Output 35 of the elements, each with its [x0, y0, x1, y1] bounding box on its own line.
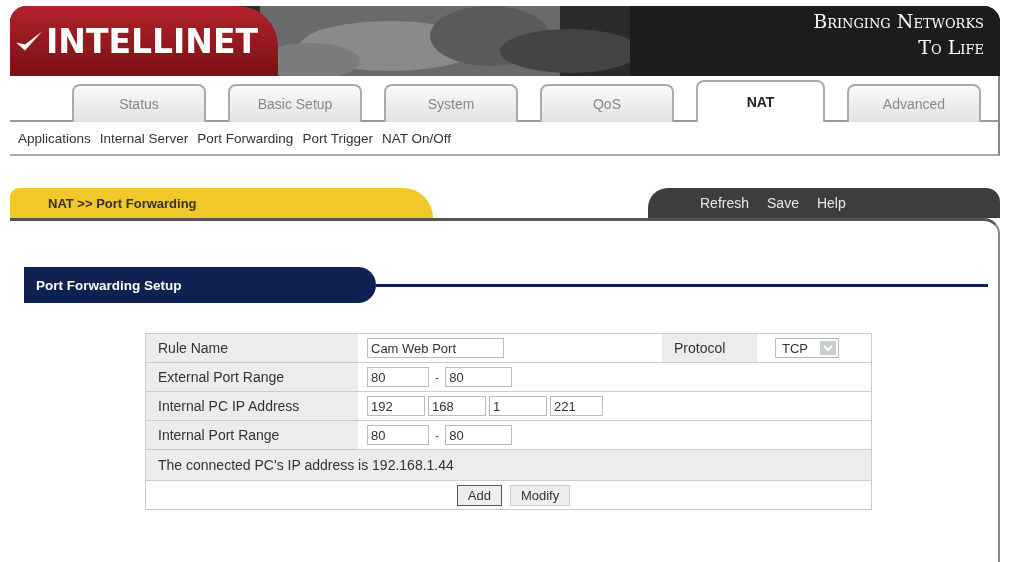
toolbar-link[interactable]: Refresh [700, 195, 750, 211]
subnav-link[interactable]: NAT On/Off [381, 130, 451, 146]
field-label: Rule Name [146, 334, 358, 362]
subnav-link[interactable]: Port Trigger [302, 130, 373, 146]
logo-text: INTELLINET [46, 21, 258, 61]
section-title: Port Forwarding Setup [24, 267, 376, 303]
toolbar-link[interactable]: Help [816, 195, 846, 211]
check-icon [16, 31, 42, 51]
field-label: Internal PC IP Address [146, 392, 358, 420]
form-button[interactable]: Add [456, 484, 502, 506]
form-button[interactable]: Modify [509, 484, 571, 506]
ip-octet-field[interactable]: 221 [550, 396, 603, 416]
range-separator: - [435, 427, 440, 443]
subnav-link[interactable]: Internal Server [99, 130, 189, 146]
toolbar-link[interactable]: Save [767, 195, 799, 211]
text-field[interactable]: Cam Web Port [367, 338, 504, 358]
field-label: External Port Range [146, 363, 358, 391]
subnav-link[interactable]: Applications [18, 130, 91, 146]
port-field[interactable]: 80 [367, 425, 429, 445]
ip-octet-field[interactable]: 1 [489, 396, 547, 416]
range-separator: - [435, 369, 440, 385]
ip-octet-field[interactable]: 168 [428, 396, 486, 416]
port-field[interactable]: 80 [445, 425, 513, 445]
breadcrumb: NAT >> Port Forwarding [10, 188, 433, 218]
subnav-link[interactable]: Port Forwarding [197, 130, 294, 146]
slogan-text: Bringing Networks [813, 9, 984, 34]
info-text: The connected PC's IP address is 192.168.1.44 [146, 450, 871, 481]
protocol-select[interactable]: TCP [775, 338, 839, 358]
nav-tab[interactable]: NAT [696, 80, 825, 122]
field-label: Internal Port Range [146, 421, 358, 449]
slogan-text: To Life [918, 35, 984, 60]
field-label: Protocol [662, 334, 757, 362]
port-field[interactable]: 80 [445, 367, 513, 387]
port-field[interactable]: 80 [367, 367, 429, 387]
ip-octet-field[interactable]: 192 [367, 396, 425, 416]
